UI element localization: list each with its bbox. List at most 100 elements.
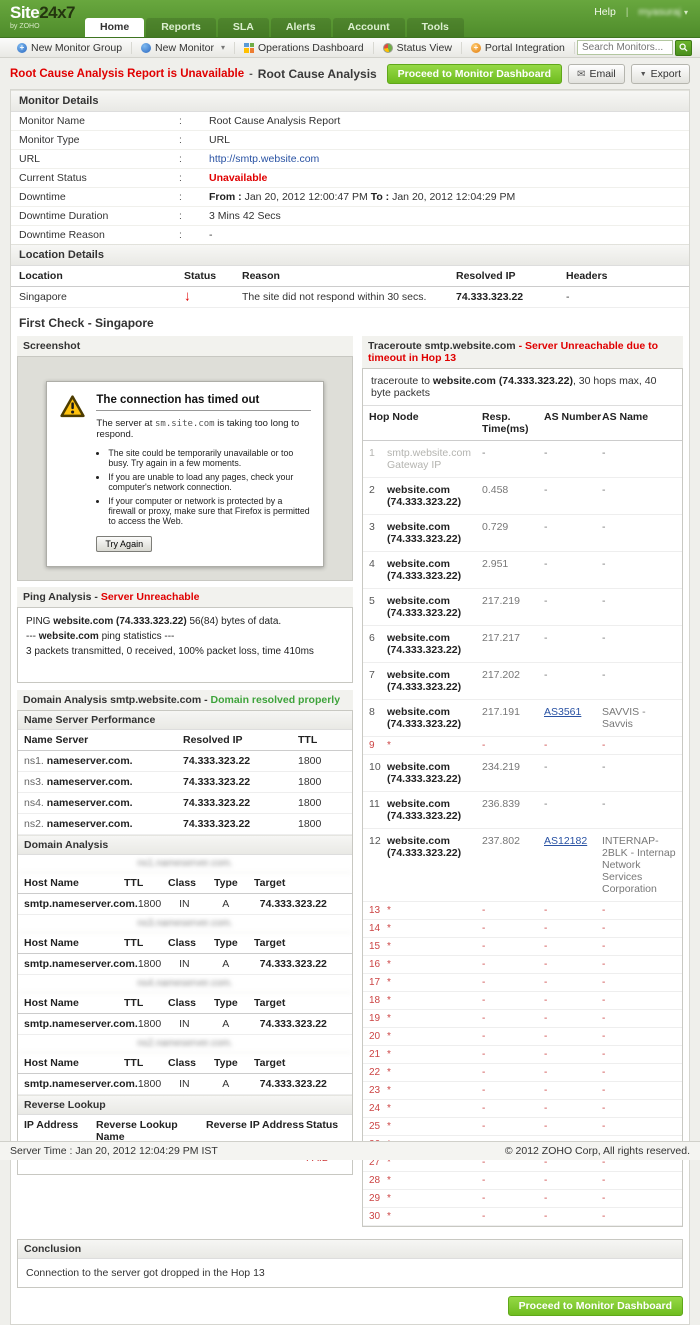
tab-alerts[interactable]: Alerts	[271, 18, 331, 37]
nameserver-rows: ns1. nameserver.com. 74.333.323.22 1800 …	[18, 751, 352, 835]
as-number: -	[544, 521, 548, 533]
as-number: -	[544, 995, 547, 1006]
detail-row-url: URL: http://smtp.website.com	[11, 150, 689, 169]
site24x7-logo: Site24x7 by ZOHO	[10, 4, 75, 30]
as-name: INTERNAP-2BLK - Internap Network Service…	[602, 835, 676, 895]
detail-label: Current Status	[19, 172, 179, 184]
ping-line-2: --- website.com ping statistics ---	[26, 629, 344, 644]
as-name: -	[602, 484, 676, 496]
traceroute-row: 2 website.com (74.333.323.22) 0.458 - -	[363, 478, 682, 515]
error-dialog-title: The connection has timed out	[96, 394, 310, 411]
operations-dashboard-button[interactable]: Operations Dashboard	[235, 42, 374, 54]
traceroute-row: 3 website.com (74.333.323.22) 0.729 - -	[363, 515, 682, 552]
app-header: Site24x7 by ZOHO Help | myasuraj▾ Home R…	[0, 0, 700, 38]
traceroute-row: 30 * - - -	[363, 1208, 682, 1226]
error-dialog-suggestions: The site could be temporarily unavailabl…	[108, 448, 310, 526]
domain-analysis-block: ns2.nameserver.com. Host Name TTL Class …	[18, 1035, 352, 1095]
monitor-url-link[interactable]: http://smtp.website.com	[209, 153, 681, 165]
as-number: -	[544, 1103, 547, 1114]
copyright: © 2012 ZOHO Corp, All rights reserved.	[505, 1145, 690, 1157]
search-button[interactable]	[675, 40, 692, 56]
nameserver-row: ns1. nameserver.com. 74.333.323.22 1800	[18, 751, 352, 772]
proceed-to-monitor-dashboard-button-bottom[interactable]: Proceed to Monitor Dashboard	[508, 1296, 683, 1316]
new-monitor-label: New Monitor	[155, 42, 214, 54]
nameserver-row: ns2. nameserver.com. 74.333.323.22 1800	[18, 814, 352, 835]
user-menu[interactable]: myasuraj▾	[638, 6, 688, 18]
monitor-type-value: URL	[209, 134, 681, 146]
location-details-heading: Location Details	[11, 244, 689, 266]
new-monitor-group-button[interactable]: + New Monitor Group	[8, 42, 132, 54]
as-number: -	[544, 447, 548, 459]
nameserver-table-header: Name Server Resolved IP TTL	[18, 730, 352, 751]
as-number: -	[544, 1085, 547, 1096]
traceroute-row: 15 * - - -	[363, 938, 682, 956]
domain-table-row: smtp.nameserver.com. 1800 IN A 74.333.32…	[18, 894, 352, 915]
domain-analysis-subheading: Domain Analysis	[18, 835, 352, 855]
browser-error-dialog: The connection has timed out The server …	[46, 381, 323, 567]
conclusion-heading: Conclusion	[18, 1240, 682, 1259]
detail-row-downtime: Downtime: From : Jan 20, 2012 12:00:47 P…	[11, 188, 689, 207]
report-panel: Monitor Details Monitor Name: Root Cause…	[10, 89, 690, 1325]
toolbar: + New Monitor Group New Monitor ▾ Operat…	[0, 38, 700, 58]
new-monitor-group-icon: +	[17, 43, 27, 53]
ping-analysis-heading: Ping Analysis - Server Unreachable	[17, 587, 353, 607]
traceroute-row: 23 * - - -	[363, 1082, 682, 1100]
title-separator: -	[249, 68, 253, 80]
traceroute-row: 19 * - - -	[363, 1010, 682, 1028]
as-name: -	[602, 1067, 676, 1078]
domain-analysis-block: ns3.nameserver.com. Host Name TTL Class …	[18, 915, 352, 975]
export-label: Export	[651, 68, 681, 80]
reverse-lookup-heading: Reverse Lookup	[18, 1095, 352, 1115]
traceroute-table-header: Hop Node Resp. Time(ms) AS Number AS Nam…	[363, 406, 682, 441]
traceroute-row: 5 website.com (74.333.323.22) 217.219 - …	[363, 589, 682, 626]
monitor-details: Monitor Name: Root Cause Analysis Report…	[11, 112, 689, 244]
detail-row-monitor-name: Monitor Name: Root Cause Analysis Report	[11, 112, 689, 131]
as-number: -	[544, 905, 547, 916]
as-name: -	[602, 923, 676, 934]
resolved-ip-value: 74.333.323.22	[456, 291, 566, 303]
help-link[interactable]: Help	[594, 6, 616, 18]
current-status-value: Unavailable	[209, 172, 681, 184]
traceroute-row: 1 smtp.website.com Gateway IP - - -	[363, 441, 682, 478]
as-name: -	[602, 1175, 676, 1186]
as-name: -	[602, 761, 676, 773]
try-again-button[interactable]: Try Again	[96, 536, 152, 552]
location-table-header: Location Status Reason Resolved IP Heade…	[11, 266, 689, 287]
tab-sla[interactable]: SLA	[218, 18, 269, 37]
status-view-button[interactable]: Status View	[374, 42, 462, 54]
traceroute-row: 28 * - - -	[363, 1172, 682, 1190]
domain-analysis-blocks: ns1.nameserver.com. Host Name TTL Class …	[18, 855, 352, 1095]
portal-integration-button[interactable]: + Portal Integration	[462, 42, 575, 54]
monitor-name-value: Root Cause Analysis Report	[209, 115, 681, 127]
as-number: -	[544, 740, 547, 751]
tab-tools[interactable]: Tools	[407, 18, 464, 37]
domain-table-row: smtp.nameserver.com. 1800 IN A 74.333.32…	[18, 1014, 352, 1035]
tab-home[interactable]: Home	[85, 18, 144, 37]
as-number: -	[544, 1013, 547, 1024]
right-column: Traceroute smtp.website.com - Server Unr…	[362, 336, 683, 1227]
search-input[interactable]	[577, 40, 673, 55]
new-monitor-button[interactable]: New Monitor ▾	[132, 42, 235, 54]
as-name: -	[602, 1031, 676, 1042]
traceroute-row: 20 * - - -	[363, 1028, 682, 1046]
proceed-to-monitor-dashboard-button[interactable]: Proceed to Monitor Dashboard	[387, 64, 562, 84]
nameserver-blurred-label: ns3.nameserver.com.	[18, 915, 352, 933]
traceroute-row: 7 website.com (74.333.323.22) 217.202 - …	[363, 663, 682, 700]
as-number: -	[544, 798, 548, 810]
suggestion-item: If your computer or network is protected…	[108, 496, 310, 526]
as-number: -	[544, 977, 547, 988]
email-button[interactable]: ✉Email	[568, 64, 625, 84]
traceroute-rows: 1 smtp.website.com Gateway IP - - - 2 we…	[363, 441, 682, 1226]
downtime-reason-value: -	[209, 229, 681, 241]
tab-account[interactable]: Account	[333, 18, 405, 37]
traceroute-heading: Traceroute smtp.website.com - Server Unr…	[362, 336, 683, 368]
export-button[interactable]: ▼Export	[631, 64, 690, 84]
as-number: -	[544, 484, 548, 496]
tab-reports[interactable]: Reports	[146, 18, 216, 37]
traceroute-row: 25 * - - -	[363, 1118, 682, 1136]
title-actions: Proceed to Monitor Dashboard ✉Email ▼Exp…	[387, 64, 690, 84]
traceroute-row: 10 website.com (74.333.323.22) 234.219 -…	[363, 755, 682, 792]
as-name: -	[602, 941, 676, 952]
status-down-icon: ↓	[184, 290, 191, 301]
traceroute-row: 13 * - - -	[363, 902, 682, 920]
